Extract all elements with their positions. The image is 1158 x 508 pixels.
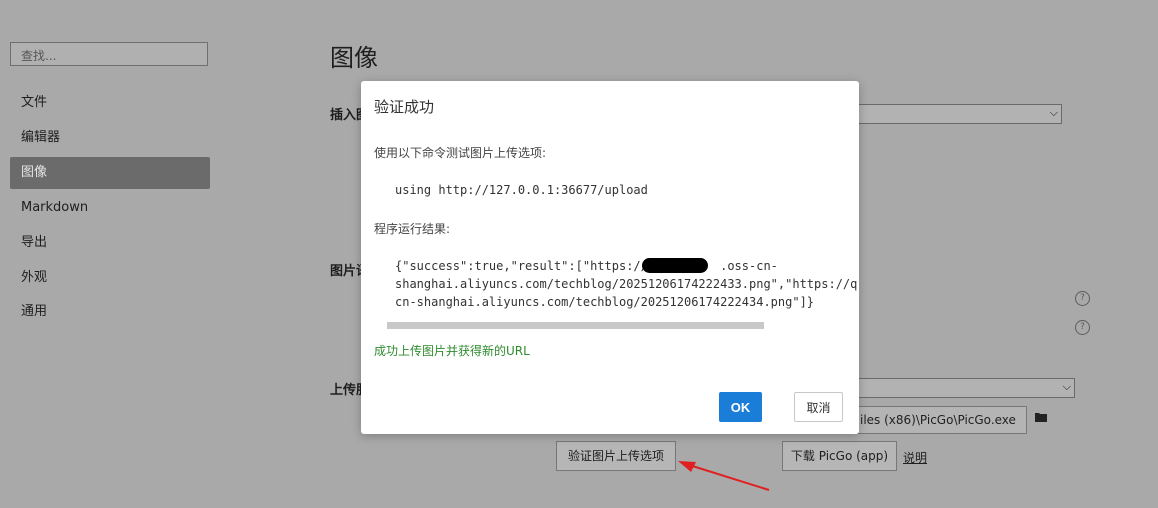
dialog-result-label: 程序运行结果: <box>374 222 451 236</box>
upload-service-select[interactable]: ⌵ <box>855 378 1075 398</box>
help-icon[interactable]: ? <box>1075 320 1090 335</box>
sidebar-item-appearance[interactable]: 外观 <box>10 262 210 294</box>
success-message: 成功上传图片并获得新的URL <box>374 344 530 358</box>
verify-upload-button[interactable]: 验证图片上传选项 <box>556 441 676 471</box>
dialog-result-line: cn-shanghai.aliyuncs.com/techblog/202512… <box>395 295 815 309</box>
dialog-intro-text: 使用以下命令测试图片上传选项: <box>374 146 547 160</box>
ok-button[interactable]: OK <box>719 392 762 422</box>
dialog-result-line: {"success":true,"result":["https:// .oss… <box>395 259 778 273</box>
chevron-down-icon: ⌵ <box>1049 106 1058 119</box>
sidebar-item-file[interactable]: 文件 <box>10 87 210 119</box>
sidebar-item-image[interactable]: 图像 <box>10 157 210 189</box>
insert-image-select[interactable]: ⌵ <box>850 104 1062 124</box>
redaction-mark <box>642 258 708 273</box>
search-input[interactable]: 查找... <box>10 42 208 66</box>
picgo-path-input[interactable]: iles (x86)\PicGo\PicGo.exe <box>855 406 1027 434</box>
dialog-command: using http://127.0.0.1:36677/upload <box>395 183 648 197</box>
cancel-button[interactable]: 取消 <box>794 392 843 422</box>
folder-icon[interactable] <box>1035 412 1047 422</box>
download-picgo-button[interactable]: 下载 PicGo (app) <box>782 441 897 471</box>
dialog-title: 验证成功 <box>374 98 435 116</box>
sidebar-item-markdown[interactable]: Markdown <box>10 192 210 224</box>
dialog-result-line: shanghai.aliyuncs.com/techblog/202512061… <box>395 277 858 291</box>
page-title: 图像 <box>330 44 378 72</box>
chevron-down-icon: ⌵ <box>1062 380 1071 393</box>
help-link[interactable]: 说明 <box>903 449 927 466</box>
help-icon[interactable]: ? <box>1075 291 1090 306</box>
verify-success-dialog: 验证成功 使用以下命令测试图片上传选项: using http://127.0.… <box>361 81 859 434</box>
sidebar-item-general[interactable]: 通用 <box>10 296 210 328</box>
horizontal-scrollbar[interactable] <box>387 322 764 329</box>
sidebar-item-export[interactable]: 导出 <box>10 227 210 259</box>
sidebar-item-editor[interactable]: 编辑器 <box>10 122 210 154</box>
arrow-annotation <box>678 461 770 491</box>
